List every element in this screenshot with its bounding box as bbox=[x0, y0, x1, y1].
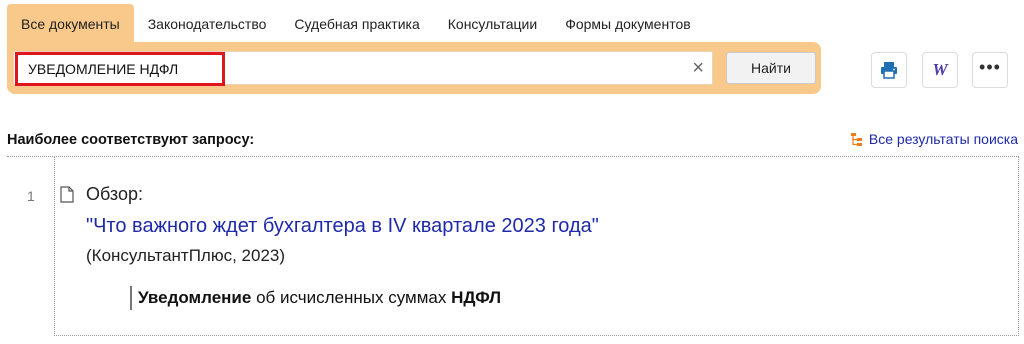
export-word-button[interactable]: W bbox=[922, 52, 958, 88]
search-panel: УВЕДОМЛЕНИЕ НДФЛ × Найти bbox=[7, 42, 821, 94]
tab-all-documents[interactable]: Все документы bbox=[7, 4, 134, 44]
find-button[interactable]: Найти bbox=[726, 52, 816, 84]
snippet-text: об исчисленных суммах bbox=[251, 288, 452, 307]
more-icon: ••• bbox=[979, 57, 1001, 77]
search-tabs: Все документы Законодательство Судебная … bbox=[7, 4, 705, 44]
tree-list-icon bbox=[850, 132, 862, 146]
document-type: Обзор: bbox=[86, 184, 143, 204]
all-results-link[interactable]: Все результаты поиска bbox=[850, 131, 1018, 147]
snippet-term-ndfl: НДФЛ bbox=[451, 288, 502, 307]
document-title-link[interactable]: "Что важного ждет бухгалтера в IV кварта… bbox=[86, 215, 599, 238]
tab-consultations[interactable]: Консультации bbox=[434, 4, 551, 44]
result-snippet: Уведомление об исчисленных суммах НДФЛ bbox=[130, 286, 501, 310]
document-icon bbox=[60, 186, 74, 203]
printer-icon bbox=[881, 62, 897, 79]
print-button[interactable] bbox=[871, 52, 907, 88]
results-heading: Наиболее соответствуют запросу: bbox=[7, 132, 255, 148]
word-icon: W bbox=[932, 60, 948, 79]
all-results-label: Все результаты поиска bbox=[868, 131, 1018, 147]
snippet-term-notice: Уведомление bbox=[138, 288, 252, 307]
result-number: 1 bbox=[27, 188, 35, 204]
more-button[interactable]: ••• bbox=[972, 52, 1008, 88]
search-query-highlight[interactable]: УВЕДОМЛЕНИЕ НДФЛ bbox=[15, 52, 225, 86]
divider bbox=[7, 156, 55, 157]
search-input[interactable]: УВЕДОМЛЕНИЕ НДФЛ × bbox=[13, 51, 713, 86]
document-source: (КонсультантПлюс, 2023) bbox=[86, 246, 286, 265]
tab-legislation[interactable]: Законодательство bbox=[134, 4, 281, 44]
clear-icon[interactable]: × bbox=[692, 52, 704, 86]
tab-court-practice[interactable]: Судебная практика bbox=[280, 4, 433, 44]
tab-document-forms[interactable]: Формы документов bbox=[551, 4, 705, 44]
